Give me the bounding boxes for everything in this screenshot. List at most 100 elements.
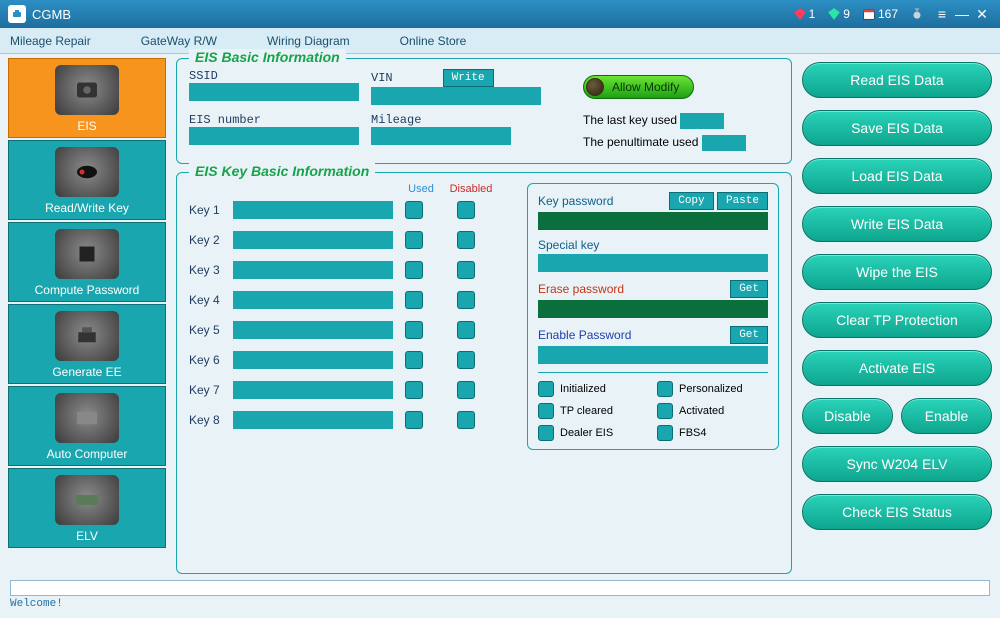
sync-w204-button[interactable]: Sync W204 ELV — [802, 446, 992, 482]
last-key-value — [680, 113, 724, 129]
key2-used-checkbox[interactable] — [405, 231, 423, 249]
sidebar-item-generate-ee[interactable]: Generate EE — [8, 304, 166, 384]
menu-online-store[interactable]: Online Store — [400, 34, 467, 48]
key-row-7: Key 7 — [189, 381, 509, 399]
key-row-2: Key 2 — [189, 231, 509, 249]
status-tp-cleared: TP cleared — [538, 403, 649, 419]
enable-password-label: Enable Password — [538, 328, 631, 342]
key5-value — [233, 321, 393, 339]
menu-gateway-rw[interactable]: GateWay R/W — [141, 34, 217, 48]
calendar-stat: 167 — [862, 7, 898, 21]
printer-icon — [55, 311, 119, 361]
key5-disabled-checkbox[interactable] — [457, 321, 475, 339]
activated-checkbox[interactable] — [657, 403, 673, 419]
special-key-label: Special key — [538, 238, 599, 252]
write-eis-button[interactable]: Write EIS Data — [802, 206, 992, 242]
status-activated: Activated — [657, 403, 768, 419]
special-key-value — [538, 254, 768, 272]
key5-used-checkbox[interactable] — [405, 321, 423, 339]
key7-disabled-checkbox[interactable] — [457, 381, 475, 399]
medal-icon — [910, 7, 926, 21]
key8-disabled-checkbox[interactable] — [457, 411, 475, 429]
status-dealer-eis: Dealer EIS — [538, 425, 649, 441]
eis-key-info-group: EIS Key Basic Information Used Disabled … — [176, 172, 792, 574]
key6-disabled-checkbox[interactable] — [457, 351, 475, 369]
tpcleared-checkbox[interactable] — [538, 403, 554, 419]
close-button[interactable]: ✕ — [972, 6, 992, 23]
enable-password-value — [538, 346, 768, 364]
app-title: CGMB — [32, 7, 71, 22]
disabled-header: Disabled — [443, 183, 499, 195]
key3-value — [233, 261, 393, 279]
eis-basic-legend: EIS Basic Information — [189, 49, 346, 65]
key6-value — [233, 351, 393, 369]
action-panel: Read EIS Data Save EIS Data Load EIS Dat… — [802, 58, 992, 574]
last-key-label: The last key used — [583, 113, 677, 127]
key6-used-checkbox[interactable] — [405, 351, 423, 369]
key8-used-checkbox[interactable] — [405, 411, 423, 429]
sidebar-item-readwrite-key[interactable]: Read/Write Key — [8, 140, 166, 220]
status-initialized: Initialized — [538, 381, 649, 397]
key-right-panel: Key password Copy Paste Special key — [527, 183, 779, 450]
wipe-eis-button[interactable]: Wipe the EIS — [802, 254, 992, 290]
key3-disabled-checkbox[interactable] — [457, 261, 475, 279]
sidebar-item-compute-password[interactable]: Compute Password — [8, 222, 166, 302]
used-header: Used — [399, 183, 443, 195]
app-icon — [8, 5, 26, 23]
sidebar-item-eis[interactable]: EIS — [8, 58, 166, 138]
disable-button[interactable]: Disable — [802, 398, 893, 434]
dealer-checkbox[interactable] — [538, 425, 554, 441]
welcome-text: Welcome! — [10, 598, 990, 610]
key-row-4: Key 4 — [189, 291, 509, 309]
enable-button[interactable]: Enable — [901, 398, 992, 434]
gem-red-stat: 1 — [793, 7, 816, 21]
key-fob-icon — [55, 147, 119, 197]
key1-used-checkbox[interactable] — [405, 201, 423, 219]
fbs4-checkbox[interactable] — [657, 425, 673, 441]
key2-disabled-checkbox[interactable] — [457, 231, 475, 249]
key-row-1: Key 1 — [189, 201, 509, 219]
minimize-button[interactable]: — — [952, 6, 972, 22]
save-eis-button[interactable]: Save EIS Data — [802, 110, 992, 146]
sidebar-item-auto-computer[interactable]: Auto Computer — [8, 386, 166, 466]
clear-tp-button[interactable]: Clear TP Protection — [802, 302, 992, 338]
eis-number-value — [189, 127, 359, 145]
menu-mileage-repair[interactable]: Mileage Repair — [10, 34, 91, 48]
vin-value — [371, 87, 541, 105]
menu-wiring-diagram[interactable]: Wiring Diagram — [267, 34, 350, 48]
ecu-icon — [55, 393, 119, 443]
erase-password-label: Erase password — [538, 282, 624, 296]
key7-used-checkbox[interactable] — [405, 381, 423, 399]
board-icon — [55, 475, 119, 525]
key4-disabled-checkbox[interactable] — [457, 291, 475, 309]
mileage-value — [371, 127, 511, 145]
chip-icon — [55, 229, 119, 279]
key4-used-checkbox[interactable] — [405, 291, 423, 309]
eis-icon — [55, 65, 119, 115]
get-erase-button[interactable]: Get — [730, 280, 768, 298]
write-vin-button[interactable]: Write — [443, 69, 494, 87]
sidebar-item-elv[interactable]: ELV — [8, 468, 166, 548]
get-enable-button[interactable]: Get — [730, 326, 768, 344]
key3-used-checkbox[interactable] — [405, 261, 423, 279]
titlebar: CGMB 1 9 167 ≡ — ✕ — [0, 0, 1000, 28]
check-eis-status-button[interactable]: Check EIS Status — [802, 494, 992, 530]
activate-eis-button[interactable]: Activate EIS — [802, 350, 992, 386]
initialized-checkbox[interactable] — [538, 381, 554, 397]
eis-number-label: EIS number — [189, 113, 359, 127]
key1-disabled-checkbox[interactable] — [457, 201, 475, 219]
penultimate-value — [702, 135, 746, 151]
key-row-6: Key 6 — [189, 351, 509, 369]
allow-modify-toggle[interactable]: Allow Modify — [583, 75, 694, 99]
key-password-label: Key password — [538, 194, 613, 208]
copy-button[interactable]: Copy — [669, 192, 713, 210]
key-row-3: Key 3 — [189, 261, 509, 279]
sidebar: EIS Read/Write Key Compute Password Gene… — [8, 58, 166, 574]
load-eis-button[interactable]: Load EIS Data — [802, 158, 992, 194]
personalized-checkbox[interactable] — [657, 381, 673, 397]
read-eis-button[interactable]: Read EIS Data — [802, 62, 992, 98]
key4-value — [233, 291, 393, 309]
ssid-value — [189, 83, 359, 101]
menu-icon[interactable]: ≡ — [932, 6, 952, 22]
paste-button[interactable]: Paste — [717, 192, 768, 210]
